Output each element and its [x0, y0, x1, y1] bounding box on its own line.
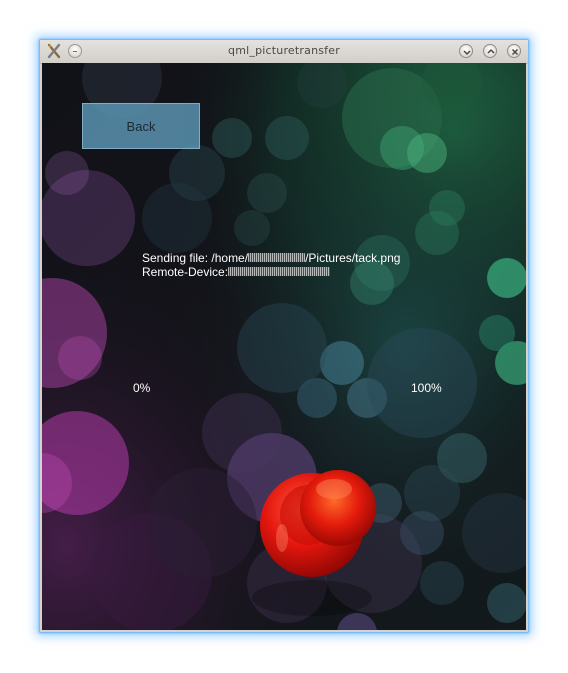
- window-title: qml_picturetransfer: [228, 44, 340, 57]
- maximize-button[interactable]: [483, 44, 497, 58]
- back-button[interactable]: Back: [82, 103, 200, 149]
- sending-file-line: Sending file: /home/ /Pictures/tack.png: [142, 251, 400, 265]
- close-icon: [511, 48, 519, 56]
- title-bar[interactable]: qml_picturetransfer: [40, 40, 528, 64]
- app-window: qml_picturetransfer Back Sending file: /…: [40, 40, 528, 632]
- progress-min-label: 0%: [133, 381, 151, 395]
- remote-device-label: Remote-Device:: [142, 265, 229, 279]
- chevron-down-icon: [463, 50, 471, 56]
- redacted-remote-device: [228, 267, 331, 277]
- progress-max-label: 100%: [411, 381, 442, 395]
- chevron-up-icon: [487, 48, 495, 54]
- transfer-view: Back Sending file: /home/ /Pictures/tack.…: [42, 63, 526, 630]
- sending-file-label: Sending file: /home/: [142, 251, 249, 265]
- remote-device-line: Remote-Device:: [142, 265, 400, 279]
- redacted-username: [248, 253, 306, 263]
- transfer-info: Sending file: /home/ /Pictures/tack.png R…: [142, 251, 400, 279]
- file-path-tail: /Pictures/tack.png: [305, 251, 401, 265]
- minimize-button[interactable]: [459, 44, 473, 58]
- close-button[interactable]: [507, 44, 521, 58]
